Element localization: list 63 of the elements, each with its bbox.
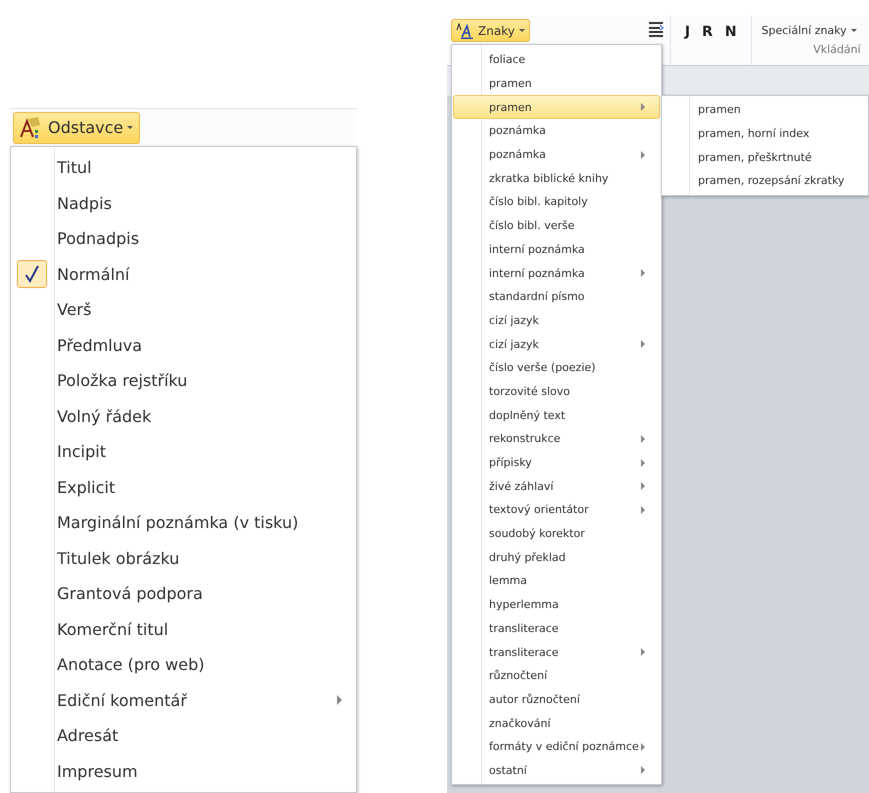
menu-item[interactable]: Impresum	[11, 754, 356, 789]
menu-item[interactable]: cizí jazyk	[453, 332, 660, 356]
menu-item[interactable]: doplněný text	[453, 403, 660, 427]
menu-item[interactable]: zkratka biblické knihy	[453, 166, 660, 190]
menu-item[interactable]: ostatní	[453, 758, 660, 782]
menu-item[interactable]: autor různočtení	[453, 688, 660, 712]
menu-item[interactable]: Incipit	[11, 434, 356, 470]
character-styles-button[interactable]: Znaky	[451, 19, 530, 42]
menu-item[interactable]: Anotace (pro web)	[11, 647, 356, 682]
group-label: Vkládání	[813, 43, 861, 56]
menu-item[interactable]: torzovité slovo	[453, 380, 660, 404]
checkmark-icon	[25, 265, 39, 284]
menu-item[interactable]: druhý překlad	[453, 545, 660, 570]
menu-item[interactable]: Adresát	[11, 718, 356, 754]
submenu-item[interactable]: pramen, rozepsání zkratky	[662, 169, 868, 193]
menu-item[interactable]: cizí jazyk	[453, 308, 660, 332]
menu-item[interactable]: Grantová podpora	[11, 576, 356, 612]
menu-item[interactable]: Ediční komentář	[11, 682, 356, 718]
submenu-item[interactable]: pramen, horní index	[662, 122, 868, 146]
submenu-item[interactable]: pramen, přeškrtnuté	[662, 145, 868, 170]
menu-item[interactable]: živé záhlaví	[453, 474, 660, 498]
menu-item[interactable]: Předmluva	[11, 328, 356, 363]
text-wrap-icon[interactable]	[648, 21, 664, 37]
menu-item[interactable]: formáty v ediční poznámce	[453, 734, 660, 759]
menu-item[interactable]: Verš	[11, 292, 356, 328]
menu-item[interactable]: číslo bibl. kapitoly	[453, 190, 660, 214]
menu-item[interactable]: transliterace	[453, 616, 660, 640]
format-button[interactable]: N	[718, 19, 743, 45]
menu-item[interactable]: transliterace	[453, 640, 660, 664]
menu-item[interactable]: Titulek obrázku	[11, 540, 356, 576]
menu-item[interactable]: lemma	[453, 569, 660, 593]
menu-item[interactable]: pramen	[453, 95, 660, 120]
menu-item[interactable]: Komerční titul	[11, 612, 356, 647]
menu-item[interactable]: Volný řádek	[11, 398, 356, 434]
menu-item[interactable]: pramen	[453, 72, 660, 96]
menu-item[interactable]: standardní písmo	[453, 284, 660, 309]
menu-item[interactable]: číslo verše (poezie)	[453, 356, 660, 380]
menu-item[interactable]: poznámka	[453, 119, 660, 143]
menu-item[interactable]: Položka rejstříku	[11, 363, 356, 398]
special-characters-button[interactable]: Speciální znaky	[758, 19, 861, 41]
menu-item[interactable]: Marginální poznámka (v tisku)	[11, 505, 356, 540]
menu-item[interactable]: poznámka	[453, 142, 660, 166]
menu-item[interactable]: číslo bibl. verše	[453, 214, 660, 238]
menu-item[interactable]: různočtení	[453, 664, 660, 688]
menu-item[interactable]: Explicit	[11, 470, 356, 505]
paragraph-styles-button[interactable]: Odstavce	[13, 112, 140, 144]
format-button[interactable]: J	[678, 19, 696, 45]
menu-item[interactable]: hyperlemma	[453, 592, 660, 616]
menu-item[interactable]: přípisky	[453, 450, 660, 474]
menu-item[interactable]: značkování	[453, 711, 660, 735]
menu-item[interactable]: soudobý korektor	[453, 522, 660, 546]
menu-item[interactable]: Titul	[11, 150, 356, 186]
menu-item[interactable]: rekonstrukce	[453, 427, 660, 451]
character-style-icon	[456, 22, 474, 38]
menu-item[interactable]: interní poznámka	[453, 238, 660, 262]
menu-item[interactable]: interní poznámka	[453, 261, 660, 285]
menu-item[interactable]: Normální	[11, 256, 356, 292]
menu-item[interactable]: Nadpis	[11, 186, 356, 221]
format-button[interactable]: R	[696, 19, 719, 45]
menu-item[interactable]: Podnadpis	[11, 221, 356, 256]
menu-item[interactable]: foliace	[453, 48, 660, 72]
menu-item[interactable]: textový orientátor	[453, 498, 660, 522]
submenu-item[interactable]: pramen	[662, 98, 868, 122]
